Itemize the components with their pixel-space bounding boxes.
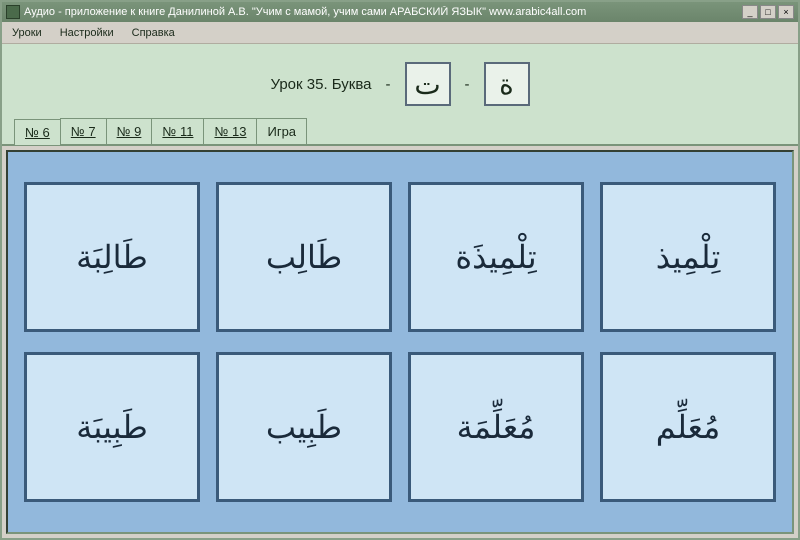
menu-help[interactable]: Справка bbox=[132, 27, 175, 39]
word-card[interactable]: مُعَلِّم bbox=[600, 352, 776, 502]
tab-no-7[interactable]: № 7 bbox=[60, 118, 107, 144]
menu-settings[interactable]: Настройки bbox=[60, 27, 114, 39]
word-card[interactable]: طَبِيب bbox=[216, 352, 392, 502]
close-button[interactable]: × bbox=[778, 5, 794, 19]
lesson-header: Урок 35. Буква - ت - ة bbox=[2, 44, 798, 118]
separator: - bbox=[386, 76, 391, 93]
word-card[interactable]: طَبِيبَة bbox=[24, 352, 200, 502]
app-icon bbox=[6, 5, 20, 19]
separator: - bbox=[465, 76, 470, 93]
word-card[interactable]: مُعَلِّمَة bbox=[408, 352, 584, 502]
word-card[interactable]: تِلْمِيذَة bbox=[408, 182, 584, 332]
tab-no-11[interactable]: № 11 bbox=[151, 118, 204, 144]
letter-box-1[interactable]: ت bbox=[405, 62, 451, 106]
lesson-label: Урок 35. Буква bbox=[270, 76, 371, 93]
minimize-button[interactable]: _ bbox=[742, 5, 758, 19]
word-card[interactable]: طَالِبَة bbox=[24, 182, 200, 332]
titlebar: Аудио - приложение к книге Данилиной А.В… bbox=[2, 2, 798, 22]
menubar: Уроки Настройки Справка bbox=[2, 22, 798, 44]
tab-no-13[interactable]: № 13 bbox=[203, 118, 257, 144]
word-card[interactable]: طَالِب bbox=[216, 182, 392, 332]
word-card[interactable]: تِلْمِيذ bbox=[600, 182, 776, 332]
tab-no-6[interactable]: № 6 bbox=[14, 119, 61, 145]
window-controls: _ □ × bbox=[742, 5, 794, 19]
content-area: طَالِبَة طَالِب تِلْمِيذَة تِلْمِيذ طَبِ… bbox=[6, 150, 794, 534]
menu-lessons[interactable]: Уроки bbox=[12, 27, 42, 39]
tabs-row: № 6 № 7 № 9 № 11 № 13 Игра bbox=[2, 118, 798, 146]
tab-no-9[interactable]: № 9 bbox=[106, 118, 153, 144]
tab-game[interactable]: Игра bbox=[256, 118, 307, 144]
app-window: Аудио - приложение к книге Данилиной А.В… bbox=[0, 0, 800, 540]
maximize-button[interactable]: □ bbox=[760, 5, 776, 19]
window-title: Аудио - приложение к книге Данилиной А.В… bbox=[24, 6, 742, 18]
letter-box-2[interactable]: ة bbox=[484, 62, 530, 106]
card-grid: طَالِبَة طَالِب تِلْمِيذَة تِلْمِيذ طَبِ… bbox=[24, 182, 776, 502]
